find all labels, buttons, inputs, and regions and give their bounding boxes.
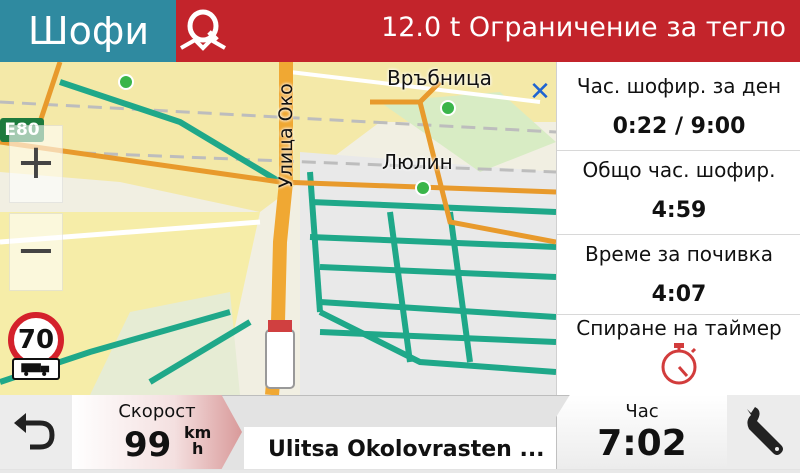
stopwatch-icon[interactable] — [656, 340, 702, 388]
place-label-vrabnitsa: Връбница — [387, 66, 492, 90]
total-drive-value: 4:59 — [651, 198, 707, 223]
divider — [557, 314, 800, 315]
speed-unit-bottom: h — [191, 439, 204, 458]
rest-time-label: Време за почивка — [585, 242, 773, 266]
wrench-icon — [747, 407, 783, 455]
stop-timer-label[interactable]: Спиране на таймер — [557, 316, 800, 340]
speed-label: Скорост — [118, 401, 196, 422]
driving-hours-panel: Час. шофир. за ден 0:22 / 9:00 Общо час.… — [556, 62, 800, 395]
minus-icon: − — [15, 222, 57, 278]
time-display[interactable]: Час 7:02 — [556, 395, 728, 469]
weight-limit-icon — [180, 9, 226, 51]
drive-today-value: 0:22 / 9:00 — [612, 114, 746, 139]
current-street-bar[interactable]: Ulitsa Okolovrasten ... — [244, 427, 556, 469]
back-button[interactable] — [0, 395, 73, 469]
close-icon: ✕ — [529, 77, 551, 107]
zoom-out-button[interactable]: − — [9, 213, 63, 291]
rest-time-value: 4:07 — [651, 282, 707, 307]
tab-title: Шофи — [28, 9, 150, 53]
plus-icon: + — [15, 134, 57, 190]
place-label-lyulin: Люлин — [382, 150, 453, 174]
tools-button[interactable] — [727, 395, 800, 469]
zoom-in-button[interactable]: + — [9, 125, 63, 203]
current-street: Ulitsa Okolovrasten ... — [268, 437, 545, 462]
truck-icon — [12, 358, 60, 380]
alert-text: 12.0 t Ограничение за тегло — [381, 12, 786, 43]
drive-today-label: Час. шофир. за ден — [576, 74, 782, 98]
divider — [557, 234, 800, 235]
street-label-vertical: Улица Око — [275, 83, 297, 188]
back-arrow-icon — [14, 413, 55, 450]
total-drive-label: Общо час. шофир. — [582, 158, 776, 182]
speed-display[interactable]: Скорост 99 km h — [72, 395, 242, 469]
map-view[interactable]: Връбница Люлин Улица Око — [0, 62, 556, 395]
close-panel-button[interactable]: ✕ — [528, 76, 552, 108]
trip-planner-tab[interactable]: Шофи — [0, 0, 176, 62]
time-value: 7:02 — [597, 423, 687, 464]
time-label: Час — [625, 401, 659, 422]
speed-unit: km h — [184, 425, 211, 457]
speed-value: 99 — [124, 425, 172, 465]
divider — [557, 150, 800, 151]
